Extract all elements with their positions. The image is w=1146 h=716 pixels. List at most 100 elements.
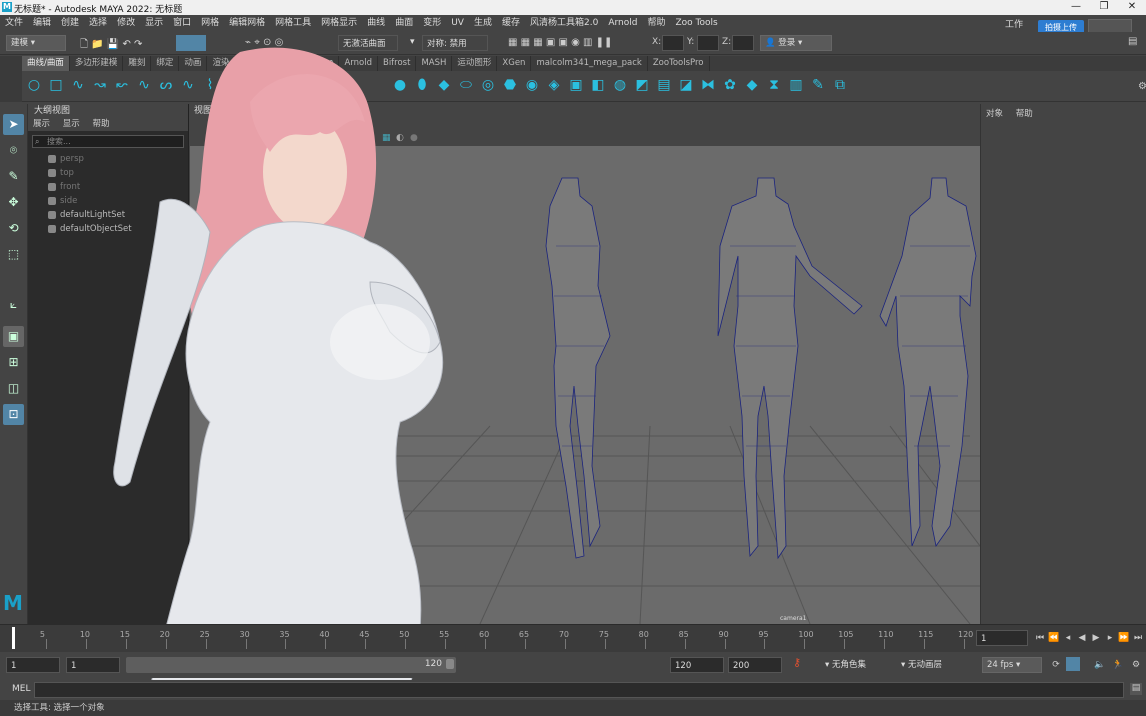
- shelf-gear-icon[interactable]: ⚙: [1138, 81, 1146, 92]
- y-field[interactable]: [697, 35, 719, 51]
- anim-layer-dropdown[interactable]: ▾ 无动画层: [896, 657, 966, 673]
- layers-icon[interactable]: ◪: [678, 77, 694, 93]
- outliner-menu-display[interactable]: 显示: [58, 119, 85, 129]
- menu-item[interactable]: 窗口: [168, 15, 196, 32]
- sound-icon[interactable]: 🔈: [1094, 659, 1106, 671]
- loop-icon[interactable]: ⟳: [1050, 659, 1062, 671]
- layout-custom-icon[interactable]: ⊡: [3, 404, 24, 425]
- range-handle[interactable]: [446, 659, 454, 669]
- menu-item[interactable]: 编辑: [28, 15, 56, 32]
- shelf-handle[interactable]: [0, 56, 22, 102]
- menu-item[interactable]: 曲线: [362, 15, 390, 32]
- go-start-icon[interactable]: ⏮: [1034, 632, 1046, 644]
- paint-select-icon[interactable]: ✎: [3, 166, 24, 187]
- login-dropdown[interactable]: 👤 登录 ▾: [760, 35, 832, 51]
- settings-icon[interactable]: ⚙: [1130, 659, 1142, 671]
- menu-item[interactable]: 缓存: [497, 15, 525, 32]
- current-frame-field[interactable]: 1: [976, 630, 1028, 646]
- gear-icon[interactable]: ✿: [722, 77, 738, 93]
- play-back-icon[interactable]: ◀: [1076, 632, 1088, 644]
- playback-end-field[interactable]: 200: [728, 657, 782, 673]
- character-set-dropdown[interactable]: ▾ 无角色集: [820, 657, 890, 673]
- bevel-icon[interactable]: ◈: [546, 77, 562, 93]
- step-forward-key-icon[interactable]: ⏩: [1118, 632, 1130, 644]
- play-forward-icon[interactable]: ▶: [1090, 632, 1102, 644]
- menu-item[interactable]: 帮助: [642, 15, 670, 32]
- circle-icon[interactable]: ○: [26, 77, 42, 93]
- minimize-button[interactable]: —: [1066, 1, 1086, 13]
- menu-item[interactable]: 变形: [418, 15, 446, 32]
- menu-item[interactable]: Zoo Tools: [670, 15, 722, 32]
- close-button[interactable]: ✕: [1122, 1, 1142, 13]
- render-icons[interactable]: ▦ ▦ ▦ ▣ ▣ ◉ ▥ ❚❚: [508, 37, 648, 49]
- menu-item[interactable]: 网格工具: [270, 15, 316, 32]
- menu-item[interactable]: 网格显示: [316, 15, 362, 32]
- range-slider[interactable]: 120: [126, 657, 456, 673]
- character-icon[interactable]: 🏃: [1112, 659, 1124, 671]
- flip-icon[interactable]: ⧓: [700, 77, 716, 93]
- menu-item[interactable]: 修改: [112, 15, 140, 32]
- mel-label[interactable]: MEL: [12, 684, 30, 694]
- menu-item[interactable]: 生成: [469, 15, 497, 32]
- select-tool-icon[interactable]: ➤: [3, 114, 24, 135]
- shelf-tab[interactable]: XGen: [497, 56, 532, 71]
- menu-item[interactable]: 创建: [56, 15, 84, 32]
- menu-item[interactable]: 显示: [140, 15, 168, 32]
- go-end-icon[interactable]: ⏭: [1132, 632, 1144, 644]
- graph-toggle-icon[interactable]: [1066, 657, 1080, 671]
- menu-item[interactable]: 选择: [84, 15, 112, 32]
- restore-button[interactable]: ❐: [1094, 1, 1114, 13]
- start-frame-field[interactable]: 1: [6, 657, 60, 673]
- step-back-icon[interactable]: ◂: [1062, 632, 1074, 644]
- cube-icon[interactable]: ▣: [568, 77, 584, 93]
- hexagon-icon[interactable]: ⬣: [502, 77, 518, 93]
- scale-tool-icon[interactable]: ⬚: [3, 244, 24, 265]
- menu-item[interactable]: UV: [446, 15, 469, 32]
- channel-menu-help[interactable]: 帮助: [1011, 109, 1038, 119]
- step-back-key-icon[interactable]: ⏪: [1048, 632, 1060, 644]
- layers-icon[interactable]: ▤: [656, 77, 672, 93]
- lasso-tool-icon[interactable]: ⌾: [3, 140, 24, 161]
- menu-item[interactable]: Arnold: [603, 15, 642, 32]
- outliner-menu-show[interactable]: 展示: [28, 119, 55, 129]
- layout-two-icon[interactable]: ◫: [3, 378, 24, 399]
- layout-single-icon[interactable]: ▣: [3, 326, 24, 347]
- move-tool-icon[interactable]: ✥: [3, 192, 24, 213]
- step-forward-icon[interactable]: ▸: [1104, 632, 1116, 644]
- current-time-indicator[interactable]: [12, 627, 15, 649]
- key-icon[interactable]: ⚷: [793, 656, 801, 669]
- time-slider[interactable]: 5 10 15 20 25 30 35 40 45 50 55 60 65 70 75 80 85 90 95 100…: [0, 624, 1146, 653]
- menu-item[interactable]: 文件: [0, 15, 28, 32]
- curve-icon[interactable]: ∿: [70, 77, 86, 93]
- fps-dropdown[interactable]: 24 fps ▾: [982, 657, 1042, 673]
- extrude-icon[interactable]: ◆: [744, 77, 760, 93]
- x-field[interactable]: [662, 35, 684, 51]
- z-field[interactable]: [732, 35, 754, 51]
- sphere-icon[interactable]: ◍: [612, 77, 628, 93]
- axis-icon[interactable]: ⟀: [3, 294, 24, 315]
- anim-start-field[interactable]: 1: [66, 657, 120, 673]
- bars-icon[interactable]: ▥: [788, 77, 804, 93]
- panel-toggle-icon[interactable]: ▤: [1128, 36, 1142, 50]
- menu-item[interactable]: 网格: [196, 15, 224, 32]
- brush-icon[interactable]: ✎: [810, 77, 826, 93]
- split-icon[interactable]: ⧗: [766, 77, 782, 93]
- menu-item[interactable]: 风清杨工具箱2.0: [525, 15, 603, 32]
- shelf-tab[interactable]: 曲线/曲面: [22, 56, 70, 71]
- mode-dropdown[interactable]: 建模 ▾: [6, 35, 66, 51]
- layout-four-icon[interactable]: ⊞: [3, 352, 24, 373]
- cube-icon[interactable]: ◧: [590, 77, 606, 93]
- script-editor-icon[interactable]: ▤: [1130, 683, 1142, 695]
- channel-menu-object[interactable]: 对象: [981, 109, 1008, 119]
- menu-item[interactable]: 编辑网格: [224, 15, 270, 32]
- shelf-tab[interactable]: malcolm341_mega_pack: [531, 56, 648, 71]
- cube-icon[interactable]: ◩: [634, 77, 650, 93]
- square-icon[interactable]: □: [48, 77, 64, 93]
- anim-end-field[interactable]: 120: [670, 657, 724, 673]
- menu-item[interactable]: 曲面: [390, 15, 418, 32]
- command-input[interactable]: [34, 682, 1124, 698]
- rotate-tool-icon[interactable]: ⟲: [3, 218, 24, 239]
- sphere-icon[interactable]: ◉: [524, 77, 540, 93]
- tool-icon[interactable]: ⧉: [832, 77, 848, 93]
- shelf-tab[interactable]: ZooToolsPro: [648, 56, 710, 71]
